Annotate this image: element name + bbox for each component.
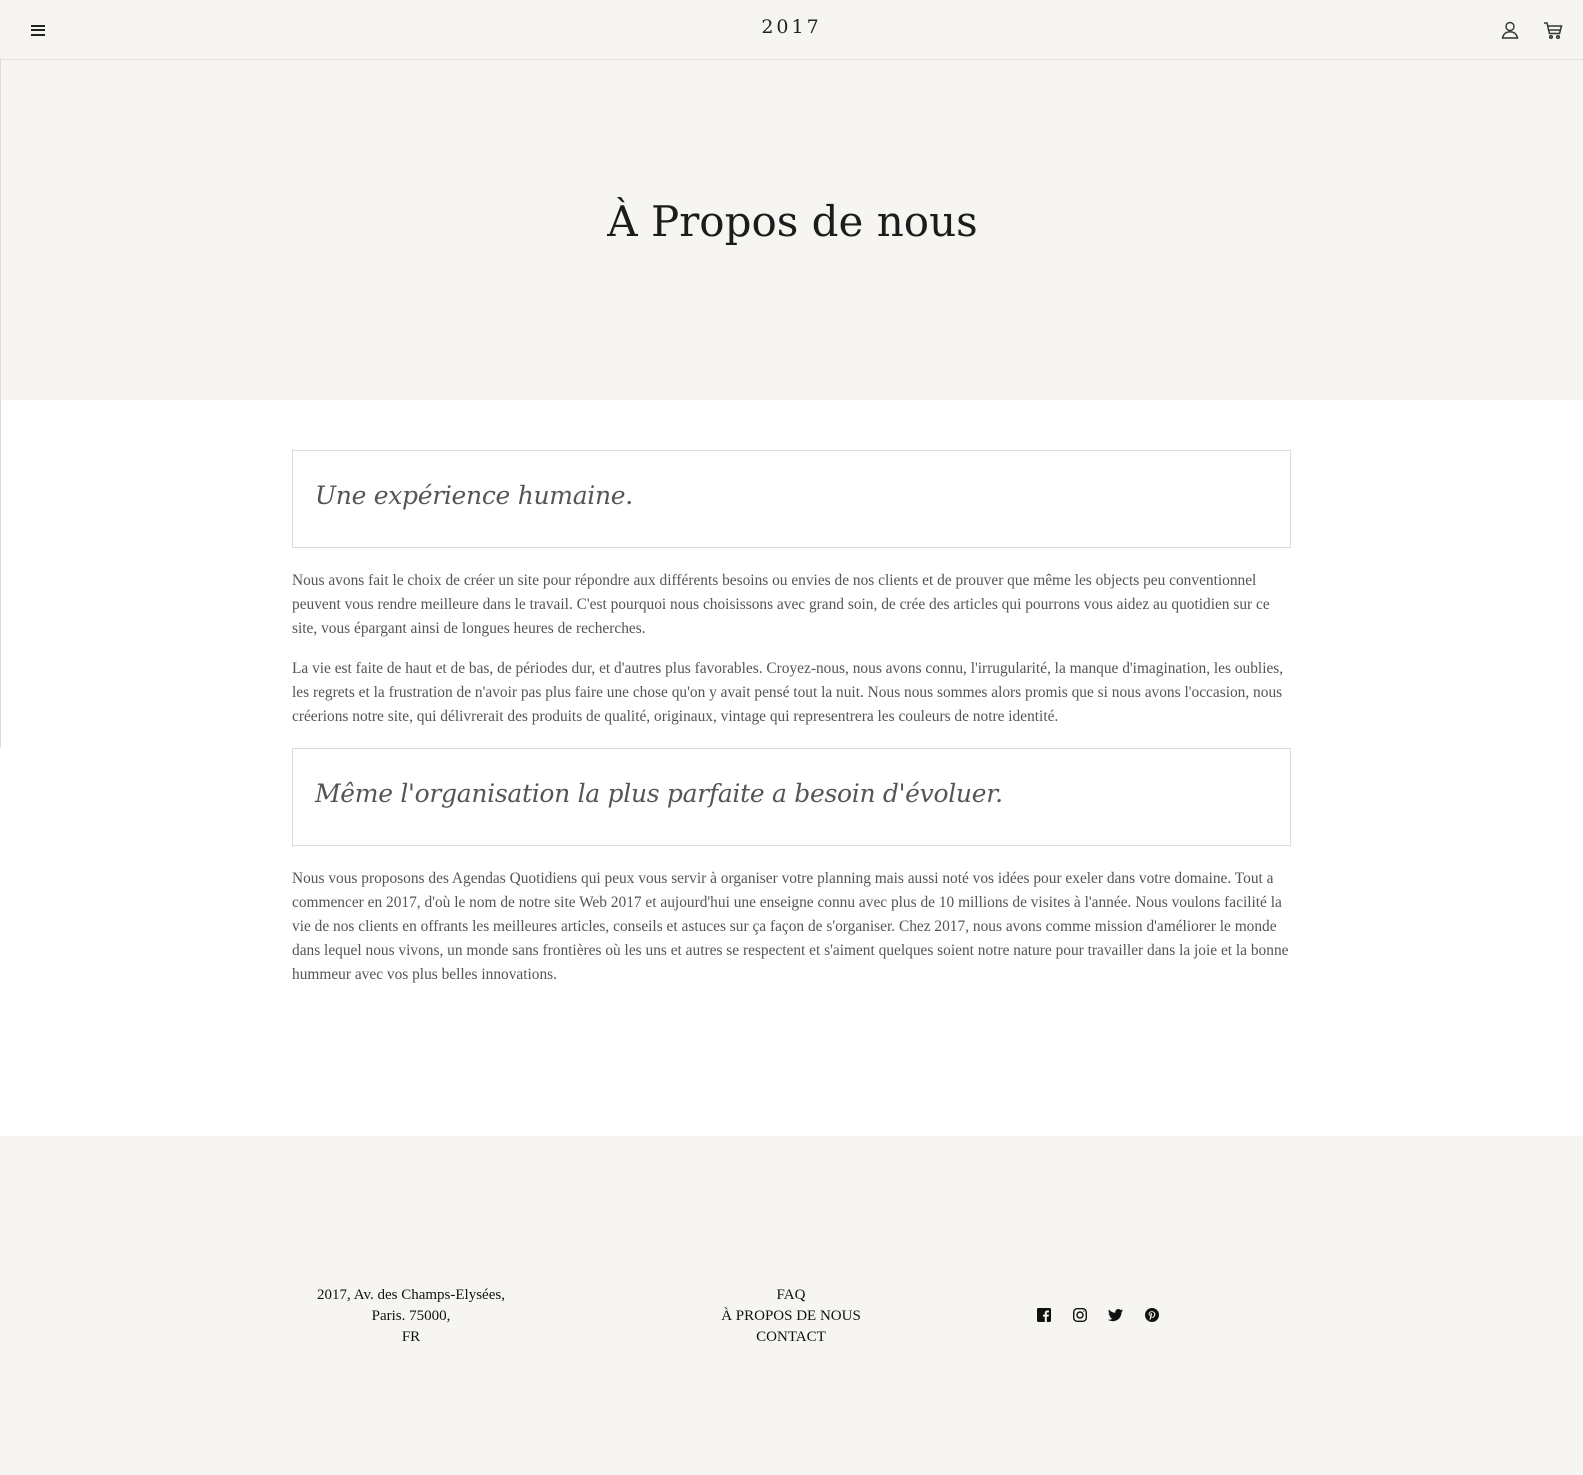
page-title: À Propos de nous — [607, 197, 978, 246]
site-header: 2017 — [0, 0, 1583, 60]
twitter-icon[interactable] — [1108, 1307, 1124, 1323]
address-line: Paris. 75000, — [371, 1308, 451, 1324]
section-heading-box: Une expérience humaine. — [292, 450, 1291, 548]
hero-banner: À Propos de nous — [0, 60, 1583, 400]
body-paragraph: Nous avons fait le choix de créer un sit… — [292, 572, 1270, 637]
left-divider — [0, 400, 1, 748]
footer-link-faq[interactable]: FAQ — [691, 1285, 891, 1306]
instagram-icon[interactable] — [1072, 1307, 1088, 1323]
section-heading: Même l'organisation la plus parfaite a b… — [315, 779, 1003, 808]
footer-links: FAQ À PROPOS DE NOUS CONTACT — [691, 1285, 891, 1348]
footer-address: 2017, Av. des Champs-Elysées, Paris. 750… — [311, 1285, 511, 1348]
section-heading-box: Même l'organisation la plus parfaite a b… — [292, 748, 1291, 846]
address-line: FR — [401, 1329, 421, 1345]
pinterest-icon[interactable] — [1144, 1307, 1160, 1323]
address-line: 2017, Av. des Champs-Elysées, — [317, 1287, 505, 1303]
site-footer: 2017, Av. des Champs-Elysées, Paris. 750… — [0, 1136, 1583, 1475]
user-icon[interactable] — [1499, 19, 1521, 41]
body-paragraph: Nous vous proposons des Agendas Quotidie… — [292, 870, 1289, 983]
body-paragraph: La vie est faite de haut et de bas, de p… — [292, 660, 1284, 725]
section-heading: Une expérience humaine. — [315, 481, 633, 510]
footer-link-contact[interactable]: CONTACT — [691, 1327, 891, 1348]
footer-link-about[interactable]: À PROPOS DE NOUS — [691, 1306, 891, 1327]
facebook-icon[interactable] — [1036, 1307, 1052, 1323]
social-links — [1036, 1307, 1160, 1323]
site-logo[interactable]: 2017 — [0, 16, 1583, 38]
cart-icon[interactable] — [1542, 19, 1564, 41]
